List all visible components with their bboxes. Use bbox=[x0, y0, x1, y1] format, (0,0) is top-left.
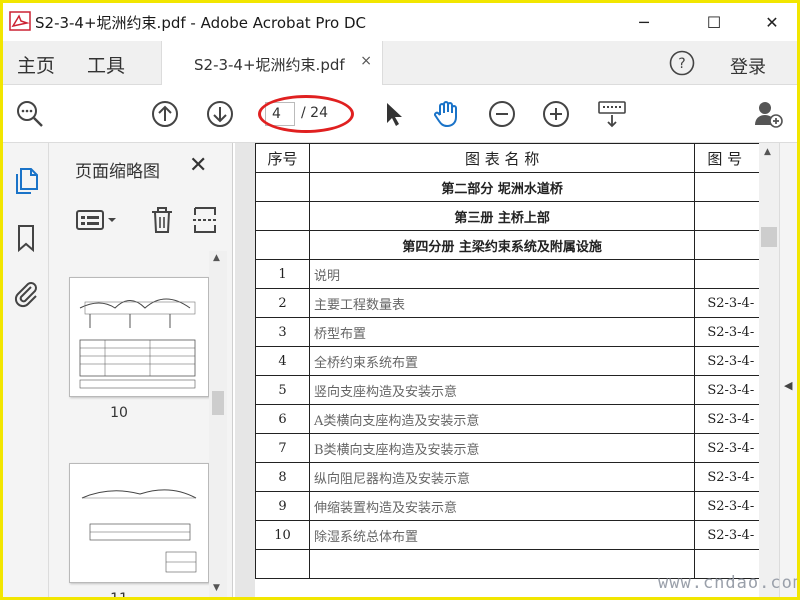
row-name: 除湿系统总体布置 bbox=[308, 520, 696, 550]
left-rail bbox=[3, 143, 49, 597]
section-title: 第三册 主桥上部 bbox=[308, 201, 696, 231]
table-row: 2 主要工程数量表 S2-3-4- bbox=[255, 288, 779, 318]
table-row: 9 伸缩装置构造及安装示意 S2-3-4- bbox=[255, 491, 779, 521]
page-thumbnail-10[interactable] bbox=[69, 277, 209, 397]
row-name: 伸缩装置构造及安装示意 bbox=[308, 491, 696, 521]
document-tab-close-button[interactable]: × bbox=[360, 53, 372, 69]
toolbar: / 24 bbox=[3, 85, 797, 143]
thumbnail-pane: 页面缩略图 ✕ 10 ▲ ▼ bbox=[49, 143, 233, 597]
minimize-button[interactable]: ─ bbox=[621, 3, 667, 41]
thumbnail-toolbar bbox=[49, 203, 233, 239]
add-user-icon[interactable] bbox=[753, 99, 783, 129]
thumbnail-options-icon[interactable] bbox=[75, 207, 121, 233]
row-name: 主要工程数量表 bbox=[308, 288, 696, 318]
row-num: 2 bbox=[255, 288, 310, 318]
row-num: 6 bbox=[255, 404, 310, 434]
row-name: 纵向阻尼器构造及安装示意 bbox=[308, 462, 696, 492]
row-name: B类横向支座构造及安装示意 bbox=[308, 433, 696, 463]
thumbnail-drawing bbox=[79, 298, 196, 389]
thumbnail-page-number: 10 bbox=[110, 405, 128, 421]
close-window-button[interactable]: ✕ bbox=[749, 3, 795, 41]
page-thumbnail-11[interactable] bbox=[69, 463, 209, 583]
section-row: 第四分册 主梁约束系统及附属设施 bbox=[255, 230, 779, 260]
title-bar: S2-3-4+坭洲约束.pdf - Adobe Acrobat Pro DC ─… bbox=[3, 3, 797, 41]
thumbnail-page-number: 11 bbox=[49, 591, 189, 597]
table-row: 7 B类横向支座构造及安装示意 S2-3-4- bbox=[255, 433, 779, 463]
table-row: 3 桥型布置 S2-3-4- bbox=[255, 317, 779, 347]
document-tab-label: S2-3-4+坭洲约束.pdf bbox=[194, 56, 345, 74]
trash-icon[interactable] bbox=[149, 205, 175, 235]
section-row: 第二部分 坭洲水道桥 bbox=[255, 172, 779, 202]
thumbnail-list[interactable]: 10 11 bbox=[49, 251, 209, 597]
pdf-page: 序号 图 表 名 称 图 号 第二部分 坭洲水道桥 第三册 主桥上部 第四分册 … bbox=[255, 143, 779, 597]
row-num: 10 bbox=[255, 520, 310, 550]
home-tab[interactable]: 主页 bbox=[17, 51, 55, 78]
section-title: 第四分册 主梁约束系统及附属设施 bbox=[308, 230, 696, 260]
table-row: 10 除湿系统总体布置 S2-3-4- bbox=[255, 520, 779, 550]
tools-tab[interactable]: 工具 bbox=[87, 51, 125, 78]
expand-right-pane-icon[interactable]: ◀ bbox=[784, 379, 792, 392]
document-scroll-thumb[interactable] bbox=[761, 227, 777, 247]
app-icon bbox=[9, 11, 31, 31]
table-row: 4 全桥约束系统布置 S2-3-4- bbox=[255, 346, 779, 376]
thumbnails-icon[interactable] bbox=[11, 165, 41, 195]
table-row: 1 说明 bbox=[255, 259, 779, 289]
thumbnail-pane-title: 页面缩略图 bbox=[75, 162, 160, 182]
row-num: 4 bbox=[255, 346, 310, 376]
row-name: 全桥约束系统布置 bbox=[308, 346, 696, 376]
keyboard-icon[interactable] bbox=[597, 99, 627, 129]
thumbnail-drawing bbox=[81, 489, 197, 573]
scroll-up-arrow-icon[interactable]: ▲ bbox=[213, 253, 220, 263]
section-title: 第二部分 坭洲水道桥 bbox=[308, 172, 696, 202]
table-row: 8 纵向阻尼器构造及安装示意 S2-3-4- bbox=[255, 462, 779, 492]
attachment-icon[interactable] bbox=[11, 279, 41, 309]
zoom-out-icon[interactable] bbox=[487, 99, 517, 129]
table-row: 5 竖向支座构造及安装示意 S2-3-4- bbox=[255, 375, 779, 405]
help-icon[interactable]: ? bbox=[669, 50, 695, 76]
header-name: 图 表 名 称 bbox=[308, 143, 696, 173]
zoom-in-icon[interactable] bbox=[541, 99, 571, 129]
section-row: 第三册 主桥上部 bbox=[255, 201, 779, 231]
row-num: 9 bbox=[255, 491, 310, 521]
prev-page-icon[interactable] bbox=[150, 99, 180, 129]
right-pane-toggle[interactable]: ◀ bbox=[779, 143, 797, 597]
row-num: 3 bbox=[255, 317, 310, 347]
row-num: 1 bbox=[255, 259, 310, 289]
login-button[interactable]: 登录 bbox=[730, 53, 766, 79]
row-name: A类横向支座构造及安装示意 bbox=[308, 404, 696, 434]
row-name: 竖向支座构造及安装示意 bbox=[308, 375, 696, 405]
crop-icon[interactable] bbox=[191, 205, 219, 235]
document-tab[interactable]: S2-3-4+坭洲约束.pdf × bbox=[161, 41, 383, 85]
table-header-row: 序号 图 表 名 称 图 号 bbox=[255, 143, 779, 173]
header-num: 序号 bbox=[255, 143, 310, 173]
watermark: www.cndao.com bbox=[658, 573, 800, 593]
page-navigator: / 24 bbox=[258, 95, 354, 133]
scroll-down-arrow-icon[interactable]: ▼ bbox=[213, 583, 220, 593]
row-num: 7 bbox=[255, 433, 310, 463]
svg-text:?: ? bbox=[678, 56, 685, 72]
row-num: 5 bbox=[255, 375, 310, 405]
next-page-icon[interactable] bbox=[205, 99, 235, 129]
row-name: 桥型布置 bbox=[308, 317, 696, 347]
doc-scroll-up-arrow-icon[interactable]: ▲ bbox=[764, 147, 771, 157]
maximize-button[interactable]: ☐ bbox=[691, 3, 737, 41]
zoom-icon[interactable] bbox=[15, 99, 45, 129]
highlight-ellipse bbox=[258, 95, 354, 133]
table-row: 6 A类横向支座构造及安装示意 S2-3-4- bbox=[255, 404, 779, 434]
row-name: 说明 bbox=[308, 259, 696, 289]
document-view[interactable]: 序号 图 表 名 称 图 号 第二部分 坭洲水道桥 第三册 主桥上部 第四分册 … bbox=[235, 143, 779, 597]
thumbnail-pane-close-button[interactable]: ✕ bbox=[189, 153, 207, 178]
app-window: S2-3-4+坭洲约束.pdf - Adobe Acrobat Pro DC ─… bbox=[0, 0, 800, 600]
document-scrollbar[interactable]: ▲ bbox=[759, 143, 779, 597]
row-num: 8 bbox=[255, 462, 310, 492]
thumbnail-scrollbar[interactable]: ▲ ▼ bbox=[209, 251, 227, 597]
bookmark-icon[interactable] bbox=[11, 223, 41, 253]
select-arrow-icon[interactable] bbox=[379, 99, 409, 129]
thumbnail-scroll-thumb[interactable] bbox=[212, 391, 224, 415]
window-title: S2-3-4+坭洲约束.pdf - Adobe Acrobat Pro DC bbox=[35, 14, 367, 32]
drawing-index-table: 序号 图 表 名 称 图 号 第二部分 坭洲水道桥 第三册 主桥上部 第四分册 … bbox=[255, 143, 779, 579]
hand-icon[interactable] bbox=[431, 99, 461, 129]
menu-bar: 主页 工具 S2-3-4+坭洲约束.pdf × ? 登录 bbox=[3, 41, 797, 85]
